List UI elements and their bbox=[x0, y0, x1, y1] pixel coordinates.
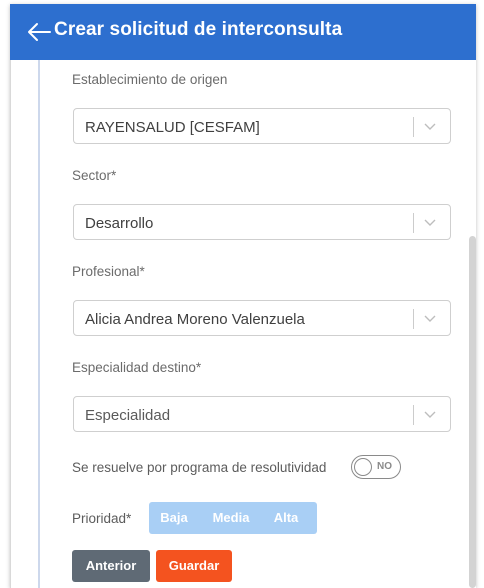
professional-select[interactable]: Alicia Andrea Moreno Valenzuela bbox=[73, 300, 451, 336]
priority-medium-button[interactable]: Media bbox=[199, 502, 263, 534]
priority-label: Prioridad* bbox=[72, 511, 132, 526]
scrollbar-thumb[interactable] bbox=[469, 236, 476, 588]
specialty-placeholder: Especialidad bbox=[85, 407, 171, 424]
professional-label: Profesional* bbox=[72, 264, 145, 279]
chevron-down-icon[interactable] bbox=[423, 119, 437, 133]
select-separator bbox=[413, 117, 414, 137]
specialty-label: Especialidad destino* bbox=[72, 360, 202, 375]
sector-select[interactable]: Desarrollo bbox=[73, 204, 451, 240]
priority-button-group: Baja Media Alta bbox=[149, 502, 317, 534]
origin-select[interactable]: RAYENSALUD [CESFAM] bbox=[73, 108, 451, 144]
professional-value: Alicia Andrea Moreno Valenzuela bbox=[85, 311, 305, 328]
origin-value: RAYENSALUD [CESFAM] bbox=[85, 119, 260, 136]
page-title: Crear solicitud de interconsulta bbox=[54, 19, 343, 40]
sector-label: Sector* bbox=[72, 168, 117, 183]
select-separator bbox=[413, 309, 414, 329]
chevron-down-icon[interactable] bbox=[423, 215, 437, 229]
save-button[interactable]: Guardar bbox=[156, 550, 232, 582]
header-bar: Crear solicitud de interconsulta bbox=[10, 4, 476, 60]
sector-value: Desarrollo bbox=[85, 215, 154, 232]
resolution-label: Se resuelve por programa de resolutivida… bbox=[72, 460, 327, 475]
resolution-toggle[interactable]: NO bbox=[351, 455, 401, 479]
origin-label: Establecimiento de origen bbox=[72, 72, 228, 87]
priority-high-button[interactable]: Alta bbox=[263, 502, 309, 534]
form-body: Establecimiento de origen RAYENSALUD [CE… bbox=[10, 60, 476, 588]
specialty-select[interactable]: Especialidad bbox=[73, 396, 451, 432]
previous-button[interactable]: Anterior bbox=[72, 550, 150, 582]
select-separator bbox=[413, 213, 414, 233]
section-divider-line bbox=[38, 60, 40, 588]
toggle-knob bbox=[354, 458, 372, 476]
back-arrow-icon[interactable] bbox=[26, 20, 52, 44]
select-separator bbox=[413, 405, 414, 425]
modal-card: Crear solicitud de interconsulta Estable… bbox=[10, 4, 476, 588]
chevron-down-icon[interactable] bbox=[423, 407, 437, 421]
priority-low-button[interactable]: Baja bbox=[149, 502, 199, 534]
chevron-down-icon[interactable] bbox=[423, 311, 437, 325]
toggle-state-text: NO bbox=[377, 461, 392, 472]
